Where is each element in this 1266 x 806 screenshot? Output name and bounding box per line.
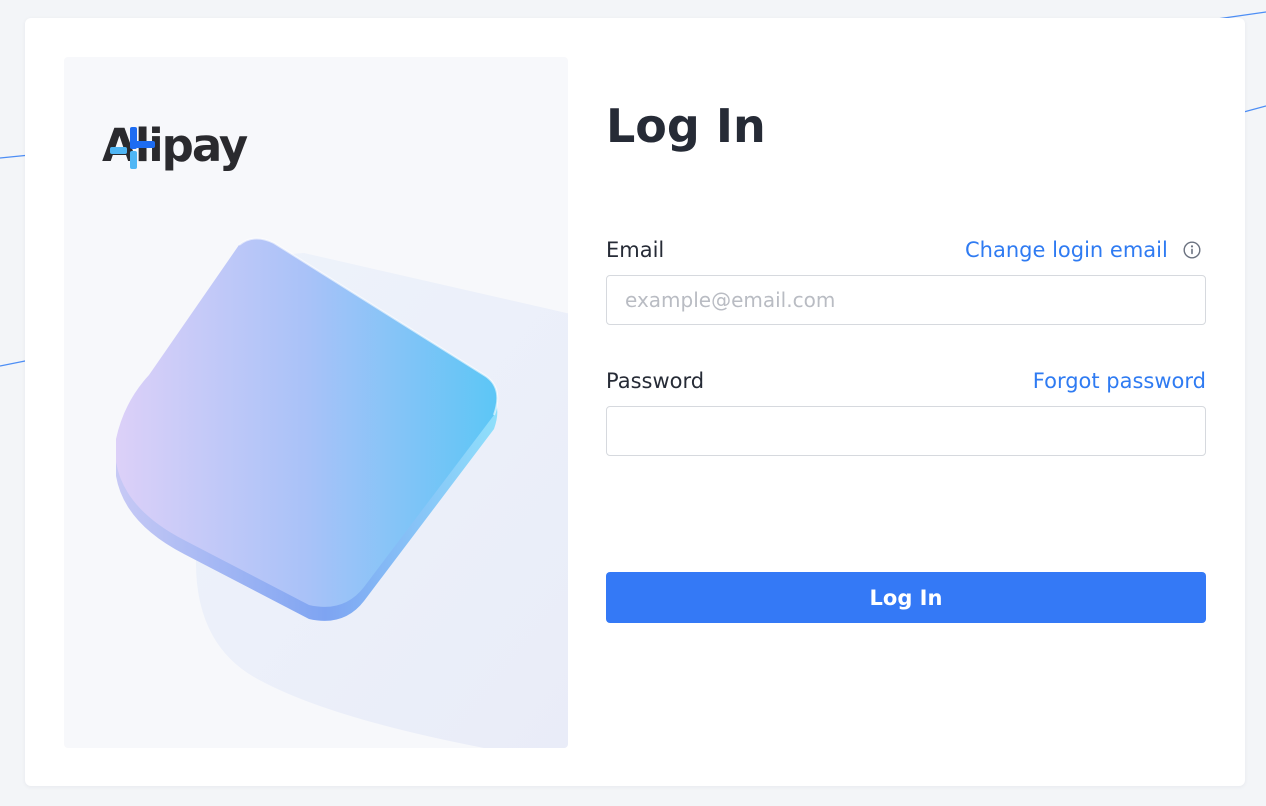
- page-title: Log In: [606, 99, 766, 153]
- email-label: Email: [606, 238, 665, 262]
- change-login-email-link[interactable]: Change login email: [965, 236, 1168, 264]
- plus-mark-icon: [110, 127, 155, 169]
- password-label: Password: [606, 369, 705, 393]
- info-icon[interactable]: [1183, 241, 1201, 259]
- forgot-password-link[interactable]: Forgot password: [1033, 367, 1206, 395]
- login-card: Alipay Log In Email Change login email P…: [25, 18, 1245, 786]
- brand-logo: Alipay: [102, 123, 248, 169]
- email-input[interactable]: [606, 275, 1206, 325]
- password-input[interactable]: [606, 406, 1206, 456]
- hero-panel: Alipay: [64, 57, 568, 748]
- login-button[interactable]: Log In: [606, 572, 1206, 623]
